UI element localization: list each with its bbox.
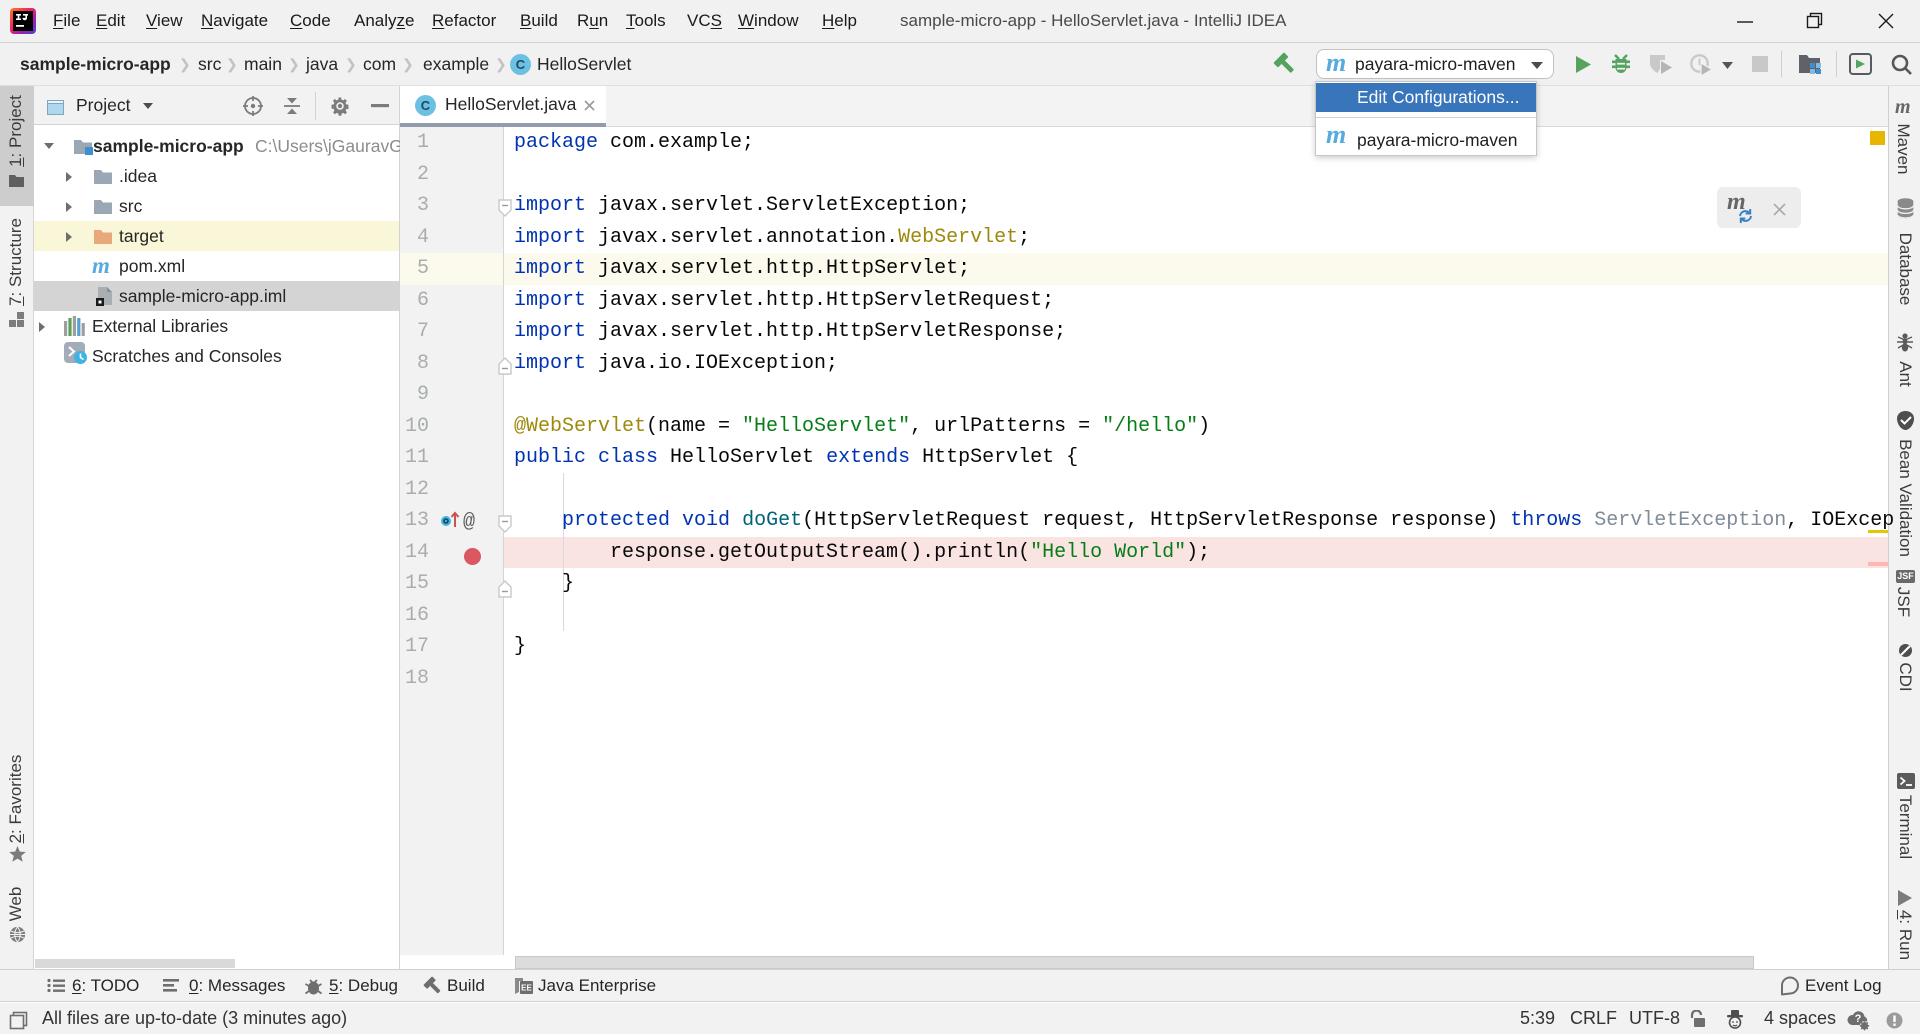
svg-text:EE: EE [521, 984, 532, 993]
svg-text:?: ? [1855, 1013, 1862, 1025]
